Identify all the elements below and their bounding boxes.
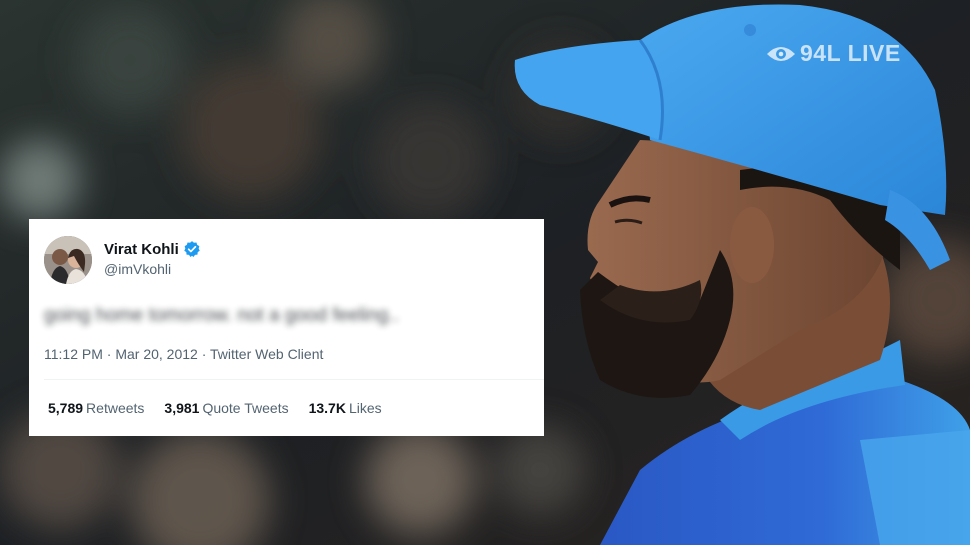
timestamp[interactable]: 11:12 PM · Mar 20, 2012 — [44, 346, 198, 362]
tweet-card: Virat Kohli @imVkohli going home tomorro… — [29, 219, 544, 436]
source-link[interactable]: Twitter Web Client — [210, 346, 323, 362]
stat-value: 3,981 — [164, 400, 200, 416]
stat-retweets[interactable]: 5,789 Retweets — [48, 400, 144, 416]
tweet-meta: 11:12 PM · Mar 20, 2012 · Twitter Web Cl… — [44, 346, 323, 362]
tweet-stats: 5,789 Retweets 3,981 Quote Tweets 13.7K Lik… — [48, 400, 382, 416]
verified-badge-icon — [184, 241, 200, 257]
avatar-photo — [44, 236, 92, 284]
stat-quote-tweets[interactable]: 3,981 Quote Tweets — [164, 400, 288, 416]
display-name-row[interactable]: Virat Kohli — [104, 240, 201, 258]
live-badge-label: 94L LIVE — [800, 40, 901, 66]
eye-icon — [767, 46, 795, 61]
live-badge: 94L LIVE — [766, 40, 901, 67]
tweet-text: going home tomorrow. not a good feeling.… — [44, 305, 399, 326]
stat-label: Likes — [348, 400, 382, 416]
display-name[interactable]: Virat Kohli — [104, 241, 179, 258]
stat-label: Retweets — [86, 400, 145, 416]
stat-likes[interactable]: 13.7K Likes — [309, 400, 382, 416]
stat-value: 5,789 — [48, 400, 84, 416]
avatar[interactable] — [44, 236, 92, 284]
meta-separator: · — [201, 346, 211, 362]
stat-value: 13.7K — [308, 400, 346, 416]
divider — [44, 379, 544, 380]
stat-label: Quote Tweets — [202, 400, 289, 416]
handle[interactable]: @imVkohli — [104, 261, 171, 277]
